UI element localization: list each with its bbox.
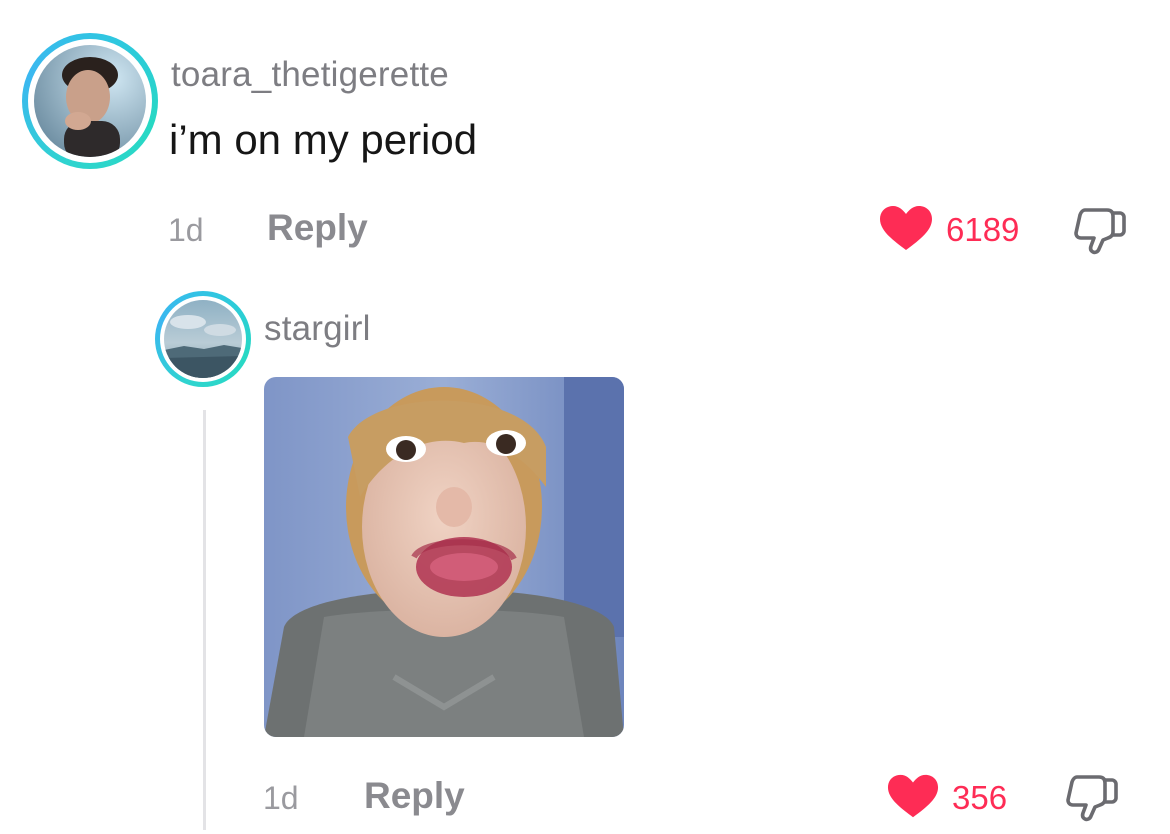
comment-text: i’m on my period [169,116,478,163]
heart-icon[interactable] [887,774,939,820]
reply-username[interactable]: stargirl [264,309,371,349]
comment-username[interactable]: toara_thetigerette [171,55,449,95]
reply-image[interactable] [264,377,624,737]
like-count: 6189 [946,211,1020,248]
avatar[interactable] [22,33,158,169]
reply-button[interactable]: Reply [267,207,368,249]
reply-timestamp: 1d [263,780,299,816]
reply-button[interactable]: Reply [364,775,465,817]
like-count: 356 [952,779,1008,816]
dislike-icon[interactable] [1073,207,1127,255]
comment-timestamp: 1d [168,212,204,248]
avatar[interactable] [155,291,251,387]
dislike-icon[interactable] [1065,774,1119,822]
heart-icon[interactable] [879,206,933,252]
thread-line [203,410,206,830]
